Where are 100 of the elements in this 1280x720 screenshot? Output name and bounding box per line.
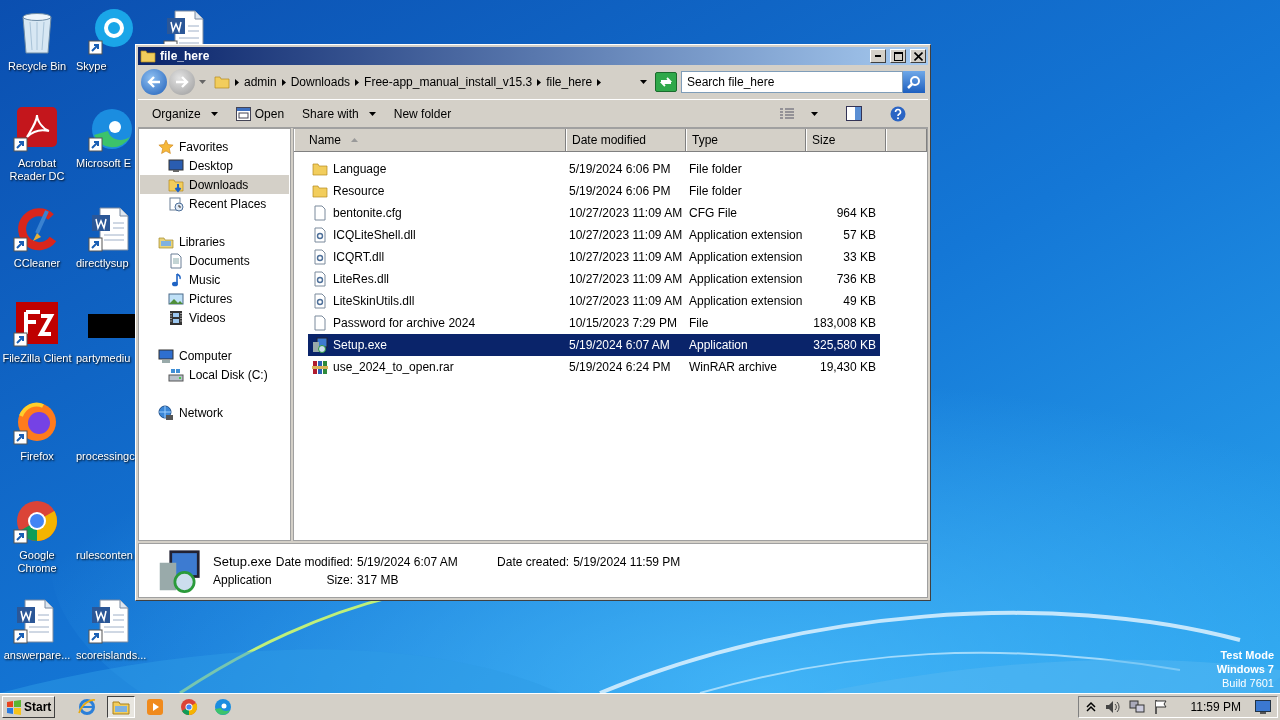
show-desktop-icon[interactable] <box>1255 700 1271 714</box>
navigation-item[interactable]: Videos <box>140 308 289 327</box>
desktop-icon-label[interactable]: processingc <box>76 450 135 463</box>
breadcrumb[interactable]: file_here <box>546 75 593 89</box>
desktop-icon-label[interactable]: Skype <box>76 60 107 73</box>
type-cell-text: Application <box>688 338 749 352</box>
navigation-item[interactable]: Downloads <box>140 175 289 194</box>
navigation-item[interactable]: Libraries <box>140 232 289 251</box>
flag-icon[interactable] <box>1152 699 1169 715</box>
toolbar-button[interactable]: Share with <box>293 103 385 124</box>
file-row[interactable]: ICQRT.dll 10/27/2023 11:09 AM Application extension 33 KB <box>308 246 880 268</box>
navigation-item[interactable]: Desktop <box>140 156 289 175</box>
folder-icon <box>312 161 328 177</box>
column-header[interactable]: Size <box>806 129 886 151</box>
type-cell-text: File folder <box>688 184 743 198</box>
desktop-icon-label[interactable]: Acrobat Reader DC <box>0 157 74 183</box>
file-row[interactable]: LiteSkinUtils.dll 10/27/2023 11:09 AM Application extension 49 KB <box>308 290 880 312</box>
toolbar-button[interactable]: New folder <box>384 103 461 124</box>
archive-icon <box>312 359 328 375</box>
network-icon[interactable] <box>1128 699 1145 715</box>
size-cell-text: 736 KB <box>835 272 877 286</box>
app-logo-icon <box>88 8 136 56</box>
system-notice-text: Windows 7 <box>1216 662 1274 676</box>
desktop-icon-label[interactable]: rulesconten <box>76 549 133 562</box>
preview-pane-icon <box>846 106 862 121</box>
recent-places-icon <box>168 195 184 212</box>
file-row[interactable]: Language 5/19/2024 6:06 PM File folder <box>308 158 880 180</box>
minimize-icon <box>875 55 881 57</box>
desktop-icon-label[interactable]: partymediu <box>76 352 131 365</box>
windows-flag-icon <box>6 699 22 715</box>
file-name: Resource <box>333 184 385 198</box>
breadcrumb[interactable]: admin <box>244 75 277 89</box>
file-row[interactable]: bentonite.cfg 10/27/2023 11:09 AM CFG File 964 KB <box>308 202 880 224</box>
maximize-button[interactable] <box>890 49 906 63</box>
size-cell-text: 964 KB <box>835 206 877 220</box>
file-name: Language <box>333 162 387 176</box>
help-icon <box>890 105 906 122</box>
window-icon <box>235 106 251 121</box>
desktop-icon-label[interactable]: answerpare... <box>3 649 71 662</box>
sort-arrow-icon <box>351 138 358 142</box>
date-modified-cell-text: 5/19/2024 6:06 PM <box>568 184 672 198</box>
file-row[interactable]: Password for archive 2024 10/15/2023 7:29 PM File 183,008 KB <box>308 312 880 334</box>
speaker-icon[interactable] <box>1104 699 1121 715</box>
desktop-icon-label[interactable]: Google Chrome <box>0 549 74 575</box>
size-cell-text: 57 KB <box>842 228 877 242</box>
type-cell-text: Application extension <box>688 228 804 242</box>
desktop-icon-label[interactable]: Microsoft E <box>76 157 131 170</box>
toolbar-button[interactable]: Organize <box>143 103 227 124</box>
clock[interactable]: 11:59 PM <box>1190 700 1241 714</box>
desktop-icon-label[interactable]: Firefox <box>20 450 54 463</box>
media-player-icon <box>146 698 165 716</box>
close-button[interactable] <box>910 49 926 63</box>
search-field[interactable]: Search file_here <box>681 71 903 93</box>
desktop-icon-label[interactable]: CCleaner <box>13 257 61 270</box>
navigation-item[interactable]: Computer <box>140 346 289 365</box>
gear-file-icon <box>312 293 328 309</box>
caret-icon <box>811 111 818 116</box>
desktop-icon-label[interactable]: scoreislands... <box>76 649 147 662</box>
app-logo-icon <box>13 300 61 348</box>
address-dropdown[interactable] <box>640 80 647 84</box>
breadcrumb[interactable]: Free-app_manual_install_v15.3 <box>364 75 533 89</box>
navigation-item[interactable]: Network <box>140 403 289 422</box>
selected-file-type: Application <box>213 573 272 587</box>
navigation-item[interactable]: Favorites <box>140 137 289 156</box>
breadcrumb[interactable]: Downloads <box>290 75 351 89</box>
back-button[interactable] <box>141 69 167 95</box>
history-dropdown[interactable] <box>199 80 206 84</box>
date-modified-cell-text: 5/19/2024 6:24 PM <box>568 360 672 374</box>
file-row[interactable]: Setup.exe 5/19/2024 6:07 AM Application 325,580 KB <box>308 334 880 356</box>
start-button[interactable]: Start <box>2 696 56 718</box>
navigation-item[interactable]: Recent Places <box>140 194 289 213</box>
type-cell-text: File folder <box>688 162 743 176</box>
file-name: LiteRes.dll <box>333 272 390 286</box>
navigation-item[interactable]: Pictures <box>140 289 289 308</box>
detail-label: Date created: <box>497 555 570 569</box>
minimize-button[interactable] <box>870 49 886 63</box>
file-row[interactable]: use_2024_to_open.rar 5/19/2024 6:24 PM WinRAR archive 19,430 KB <box>308 356 880 378</box>
desktop-icon-label[interactable]: directlysup <box>76 257 129 270</box>
search-button[interactable] <box>903 71 925 93</box>
refresh-button[interactable] <box>655 72 677 92</box>
file-row[interactable]: Resource 5/19/2024 6:06 PM File folder <box>308 180 880 202</box>
taskbar-button[interactable] <box>107 696 136 718</box>
file-name: ICQRT.dll <box>333 250 385 264</box>
column-header[interactable]: Name <box>294 129 566 151</box>
date-modified-cell-text: 10/27/2023 11:09 AM <box>568 272 684 286</box>
navigation-item[interactable]: Music <box>140 270 289 289</box>
column-header[interactable]: Date modified <box>566 129 686 151</box>
desktop-icon-label[interactable]: FileZilla Client <box>2 352 72 365</box>
date-modified-cell-text: 10/27/2023 11:09 AM <box>568 228 684 242</box>
file-row[interactable]: LiteRes.dll 10/27/2023 11:09 AM Application extension 736 KB <box>308 268 880 290</box>
desktop-icon-label[interactable]: Recycle Bin <box>7 60 67 73</box>
column-header[interactable]: Type <box>686 129 806 151</box>
file-name: LiteSkinUtils.dll <box>333 294 415 308</box>
star-icon <box>158 138 174 155</box>
navigation-item[interactable]: Local Disk (C:) <box>140 365 289 384</box>
file-row[interactable]: ICQLiteShell.dll 10/27/2023 11:09 AM Application extension 57 KB <box>308 224 880 246</box>
size-cell-text: 325,580 KB <box>812 338 877 352</box>
toolbar-button[interactable]: Open <box>226 103 294 124</box>
maximize-icon <box>893 51 903 61</box>
navigation-item[interactable]: Documents <box>140 251 289 270</box>
